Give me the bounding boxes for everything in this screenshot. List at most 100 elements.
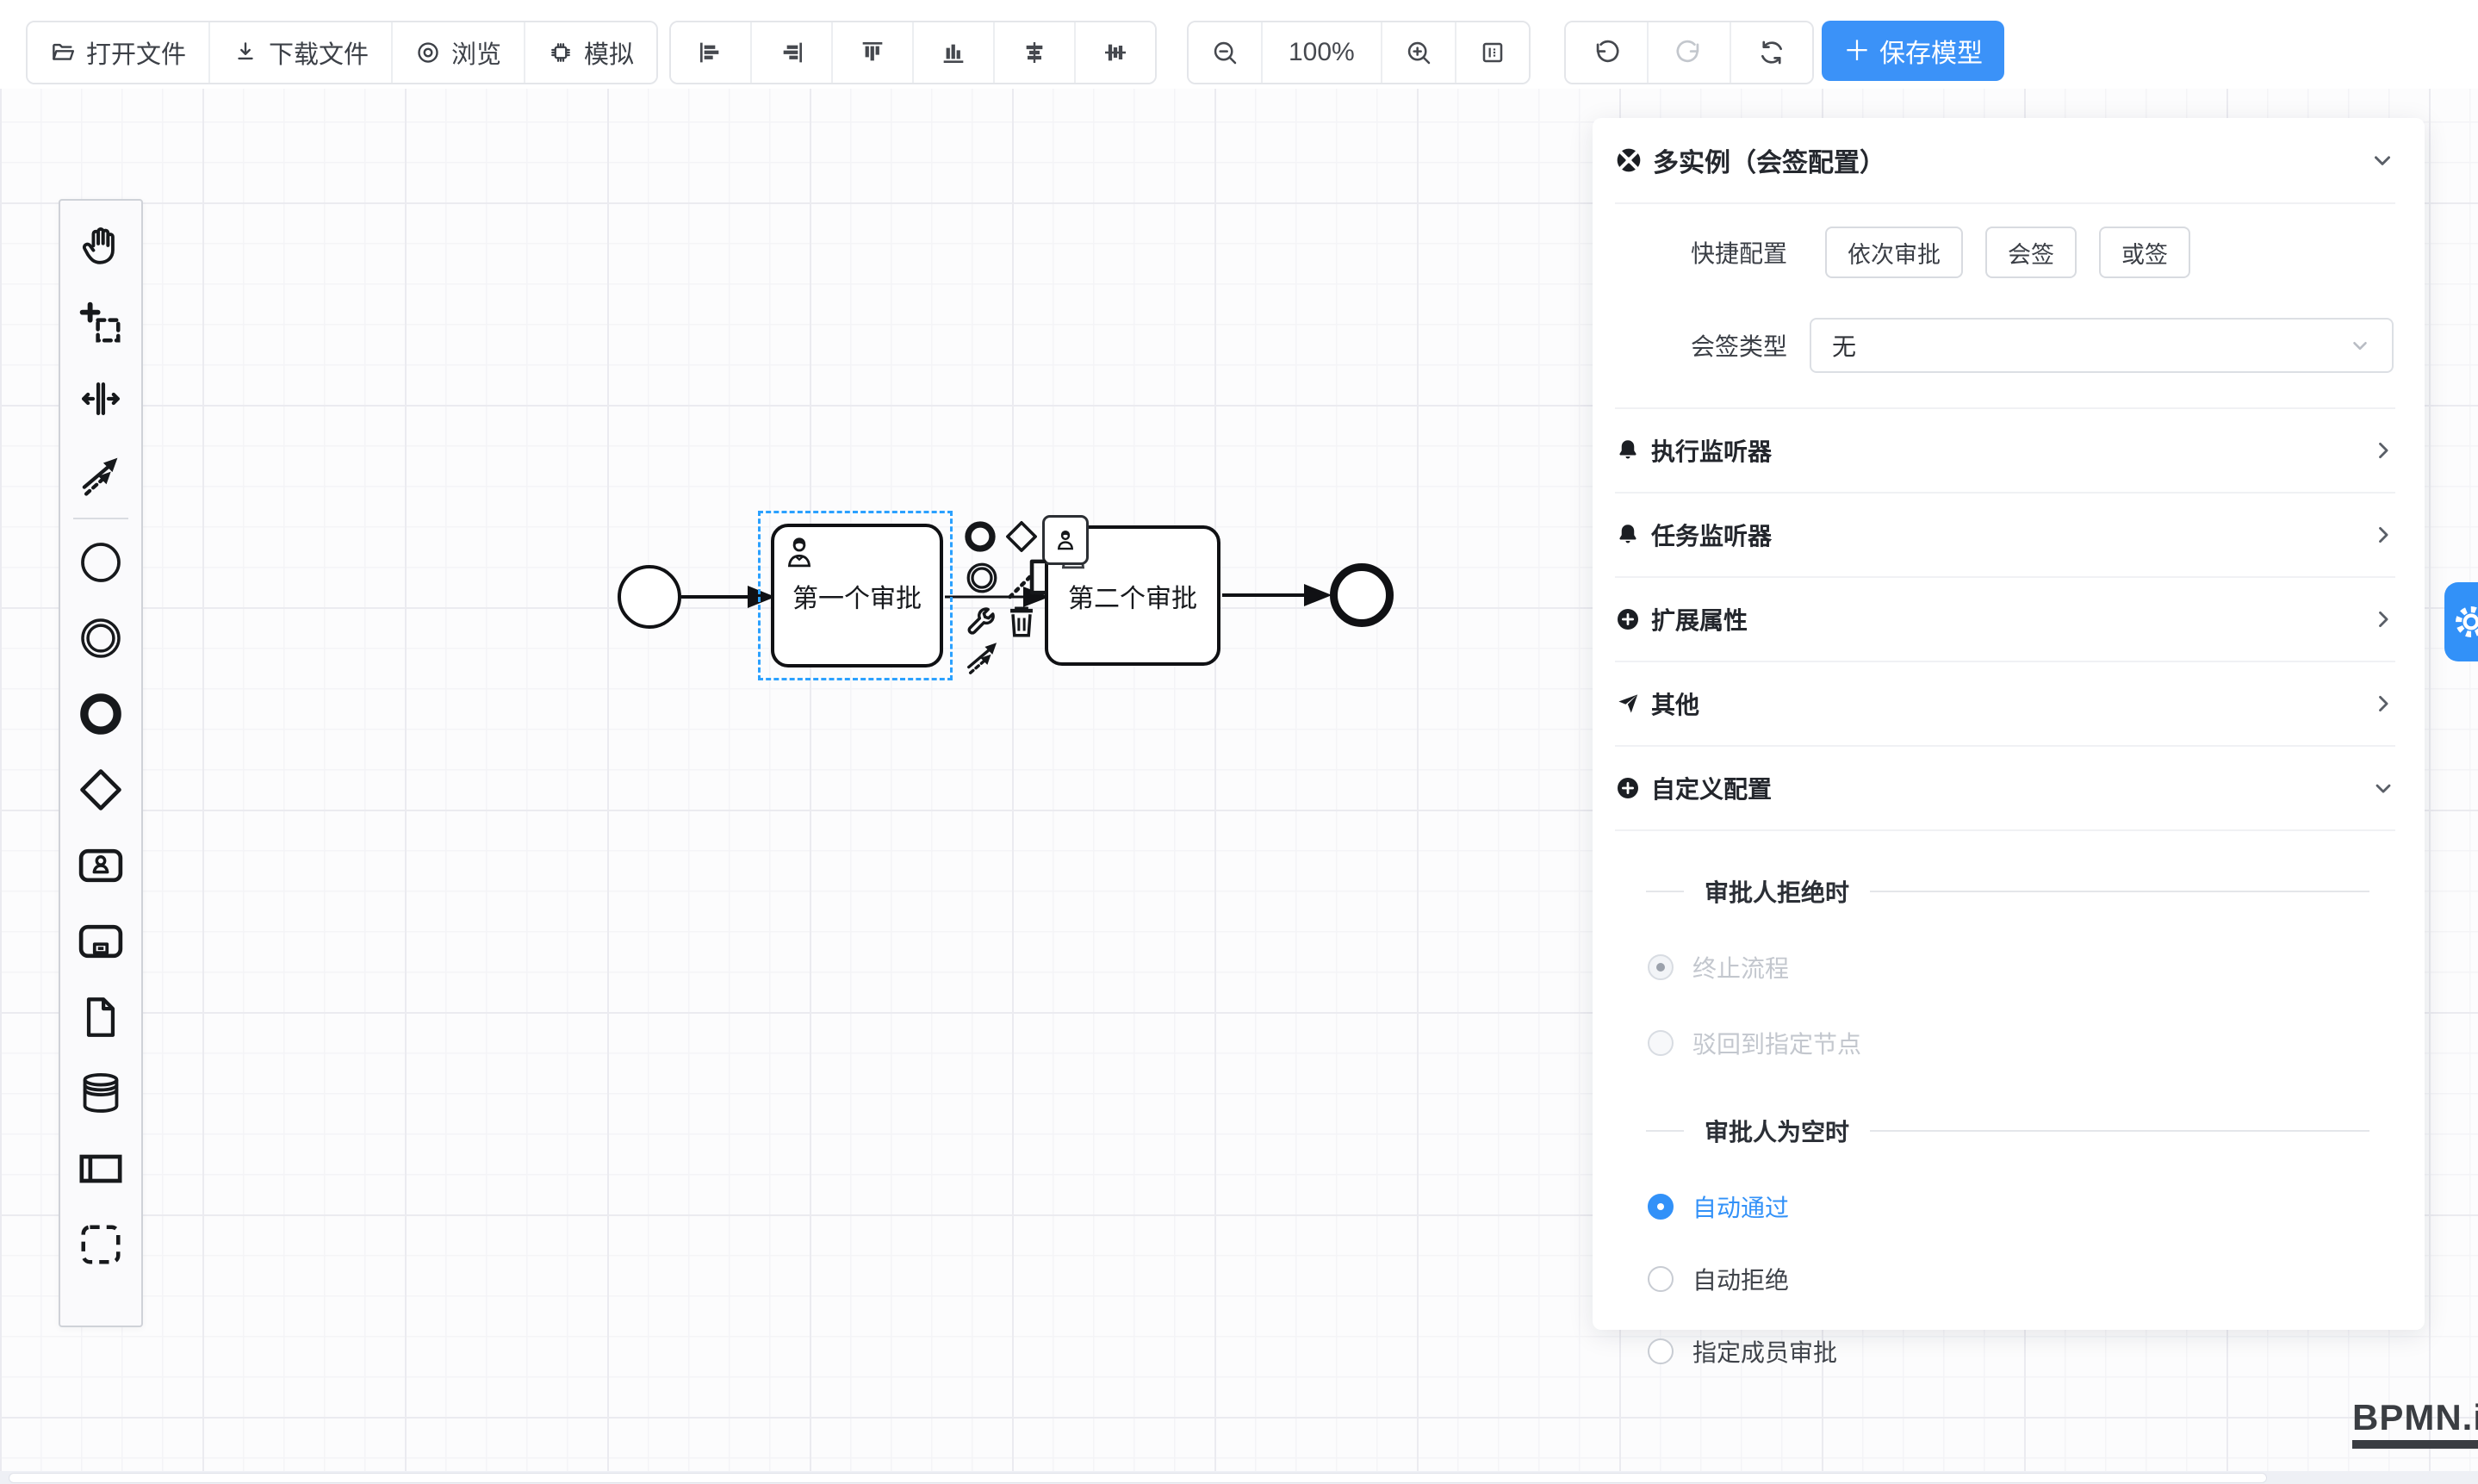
align-center-vertical-icon bbox=[1102, 39, 1129, 66]
preview-button[interactable]: 浏览 bbox=[391, 22, 524, 83]
pad-append-end-event[interactable] bbox=[961, 518, 999, 556]
create-participant[interactable] bbox=[64, 1131, 138, 1207]
lasso-tool[interactable] bbox=[64, 285, 138, 361]
refresh-icon bbox=[1757, 38, 1786, 67]
download-file-button[interactable]: 下载文件 bbox=[208, 22, 391, 83]
folder-open-icon bbox=[50, 40, 76, 65]
create-start-event[interactable] bbox=[64, 525, 138, 600]
user-icon bbox=[781, 532, 817, 574]
divider bbox=[1646, 891, 1684, 892]
zoom-in-icon bbox=[1405, 39, 1432, 66]
align-center-horizontal-icon bbox=[1021, 39, 1048, 66]
pad-append-text-annotation[interactable] bbox=[1002, 552, 1052, 602]
quick-option-sequential[interactable]: 依次审批 bbox=[1825, 227, 1963, 278]
undo-button[interactable] bbox=[1566, 22, 1647, 83]
start-event[interactable] bbox=[618, 565, 681, 629]
create-data-store[interactable] bbox=[64, 1055, 138, 1131]
download-icon bbox=[233, 40, 258, 65]
quick-config-row: 快捷配置 依次审批 会签 或签 bbox=[1615, 227, 2395, 278]
scrollbar-thumb[interactable] bbox=[9, 1473, 2267, 1483]
chevron-down-icon[interactable] bbox=[2369, 147, 2395, 173]
horizontal-scrollbar[interactable] bbox=[0, 1471, 2478, 1484]
save-model-button[interactable]: ＋ 保存模型 bbox=[1822, 21, 2004, 81]
radio-label: 自动通过 bbox=[1692, 1189, 1789, 1224]
panel-header[interactable]: 多实例（会签配置） bbox=[1615, 118, 2395, 204]
section-others[interactable]: 其他 bbox=[1615, 662, 2395, 747]
palette-separator bbox=[73, 518, 128, 519]
create-end-event[interactable] bbox=[64, 676, 138, 752]
open-file-button[interactable]: 打开文件 bbox=[28, 22, 208, 83]
radio-icon[interactable] bbox=[1648, 1030, 1674, 1056]
align-right-button[interactable] bbox=[750, 22, 831, 83]
chevron-down-icon bbox=[2371, 776, 2395, 800]
chevron-right-icon bbox=[2371, 523, 2395, 547]
create-user-task[interactable] bbox=[64, 828, 138, 903]
radio-label: 终止流程 bbox=[1692, 950, 1789, 984]
create-subprocess[interactable] bbox=[64, 903, 138, 979]
align-top-button[interactable] bbox=[831, 22, 912, 83]
properties-panel: 多实例（会签配置） 快捷配置 依次审批 会签 或签 会签类型 无 执行监听器 任… bbox=[1593, 118, 2425, 1330]
quick-config-buttons: 依次审批 会签 或签 bbox=[1825, 227, 2190, 278]
section-custom-config[interactable]: 自定义配置 bbox=[1615, 747, 2395, 831]
intermediate-event-icon bbox=[963, 559, 1001, 597]
zoom-out-button[interactable] bbox=[1189, 22, 1261, 83]
undo-icon bbox=[1592, 38, 1621, 67]
task-first-approval[interactable]: 第一个审批 bbox=[771, 524, 943, 667]
pad-append-intermediate-event[interactable] bbox=[963, 559, 1001, 597]
align-bottom-button[interactable] bbox=[912, 22, 993, 83]
divider bbox=[1870, 1130, 2369, 1132]
hand-tool[interactable] bbox=[64, 209, 138, 285]
divider bbox=[1646, 1130, 1684, 1132]
radio-terminate-process[interactable]: 终止流程 bbox=[1648, 950, 2395, 984]
plus-circle-icon bbox=[1615, 606, 1641, 632]
zoom-in-button[interactable] bbox=[1381, 22, 1455, 83]
global-connect-tool[interactable] bbox=[64, 437, 138, 512]
create-data-object[interactable] bbox=[64, 979, 138, 1055]
pad-connect[interactable] bbox=[961, 639, 1004, 677]
align-center-vertical-button[interactable] bbox=[1074, 22, 1155, 83]
pad-change-type[interactable] bbox=[961, 603, 999, 641]
lasso-icon bbox=[78, 300, 124, 346]
section-label: 其他 bbox=[1651, 686, 2361, 721]
section-extended-properties[interactable]: 扩展属性 bbox=[1615, 578, 2395, 662]
radio-icon[interactable] bbox=[1648, 1194, 1674, 1220]
data-store-icon bbox=[78, 1070, 124, 1116]
radio-auto-reject[interactable]: 自动拒绝 bbox=[1648, 1262, 2395, 1296]
quick-option-countersign[interactable]: 会签 bbox=[1985, 227, 2077, 278]
preview-label: 浏览 bbox=[451, 34, 501, 71]
redo-button[interactable] bbox=[1647, 22, 1730, 83]
settings-tab[interactable] bbox=[2444, 582, 2478, 661]
fit-viewport-icon bbox=[1479, 39, 1506, 66]
simulate-label: 模拟 bbox=[584, 34, 634, 71]
bpmn-io-logo[interactable]: BPMN.iO bbox=[2352, 1397, 2478, 1449]
sign-type-select[interactable]: 无 bbox=[1810, 318, 2394, 373]
radio-icon[interactable] bbox=[1648, 1266, 1674, 1292]
space-tool[interactable] bbox=[64, 361, 138, 437]
create-intermediate-event[interactable] bbox=[64, 600, 138, 676]
section-task-listener[interactable]: 任务监听器 bbox=[1615, 494, 2395, 578]
zoom-level: 100% bbox=[1261, 22, 1381, 83]
user-task-icon bbox=[1053, 525, 1078, 555]
quick-option-orsign[interactable]: 或签 bbox=[2099, 227, 2190, 278]
reset-button[interactable] bbox=[1730, 22, 1812, 83]
end-event-icon bbox=[962, 518, 998, 555]
align-left-button[interactable] bbox=[671, 22, 750, 83]
create-gateway[interactable] bbox=[64, 752, 138, 828]
radio-auto-pass[interactable]: 自动通过 bbox=[1648, 1189, 2395, 1224]
create-group[interactable] bbox=[64, 1207, 138, 1282]
section-label: 扩展属性 bbox=[1651, 602, 2361, 636]
section-execution-listener[interactable]: 执行监听器 bbox=[1615, 409, 2395, 494]
radio-return-to-node[interactable]: 驳回到指定节点 bbox=[1648, 1026, 2395, 1060]
radio-assign-member[interactable]: 指定成员审批 bbox=[1648, 1334, 2395, 1369]
task-first-label: 第一个审批 bbox=[792, 577, 922, 615]
fit-viewport-button[interactable] bbox=[1455, 22, 1529, 83]
radio-icon[interactable] bbox=[1648, 954, 1674, 980]
align-center-horizontal-button[interactable] bbox=[993, 22, 1074, 83]
pad-delete[interactable] bbox=[1003, 600, 1040, 642]
radio-icon[interactable] bbox=[1648, 1338, 1674, 1364]
pad-append-gateway[interactable] bbox=[1003, 518, 1040, 556]
simulate-button[interactable]: 模拟 bbox=[524, 22, 656, 83]
wrench-icon bbox=[963, 605, 997, 639]
toolbar: 打开文件 下载文件 浏览 模拟 bbox=[0, 0, 2478, 89]
end-event[interactable] bbox=[1330, 563, 1394, 627]
